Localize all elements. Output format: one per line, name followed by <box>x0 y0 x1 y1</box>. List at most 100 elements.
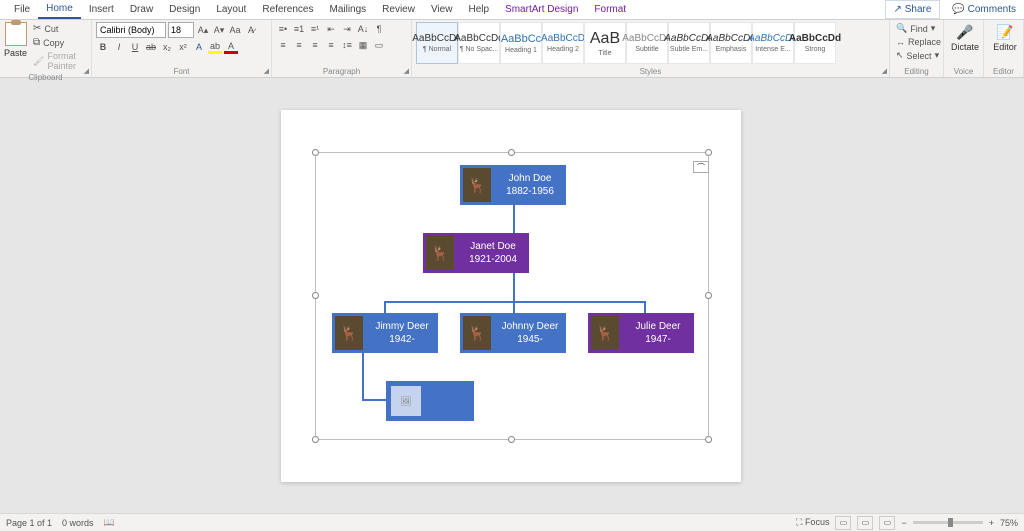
underline-button[interactable]: U <box>128 40 142 54</box>
copy-button[interactable]: ⧉Copy <box>31 36 87 49</box>
document-page[interactable]: ⌒ John Doe1882-1956 Janet Doe1921-2004 <box>281 110 741 482</box>
cut-button[interactable]: ✂Cut <box>31 22 87 35</box>
shading-button[interactable]: ▦ <box>356 38 370 52</box>
select-button[interactable]: ↖Select ▾ <box>894 49 939 62</box>
subscript-button[interactable]: x₂ <box>160 40 174 54</box>
highlight-button[interactable]: ab <box>208 40 222 54</box>
italic-button[interactable]: I <box>112 40 126 54</box>
change-case-button[interactable]: Aa <box>228 23 242 37</box>
font-color-button[interactable]: A <box>224 40 238 54</box>
zoom-in-button[interactable]: + <box>989 518 994 528</box>
zoom-slider[interactable] <box>913 521 983 524</box>
show-marks-button[interactable]: ¶ <box>372 22 386 36</box>
style-item[interactable]: AaBbCcDd¶ No Spac... <box>458 22 500 64</box>
tab-insert[interactable]: Insert <box>81 1 122 18</box>
org-node-julie[interactable]: Julie Deer1947- <box>588 313 694 353</box>
clear-format-button[interactable]: A̷ <box>244 23 258 37</box>
style-item[interactable]: AaBbCcDHeading 2 <box>542 22 584 64</box>
resize-handle[interactable] <box>508 436 515 443</box>
numbering-button[interactable]: ≡1 <box>292 22 306 36</box>
share-button[interactable]: ↗ Share <box>885 0 941 19</box>
tab-file[interactable]: File <box>6 1 38 18</box>
tab-draw[interactable]: Draw <box>122 1 161 18</box>
bullets-button[interactable]: ≡• <box>276 22 290 36</box>
text-effects-button[interactable]: A <box>192 40 206 54</box>
tab-format[interactable]: Format <box>586 1 634 18</box>
layout-options-button[interactable]: ⌒ <box>693 161 709 173</box>
org-node-placeholder[interactable]: 🖼 <box>386 381 474 421</box>
focus-mode-button[interactable]: ⛶ Focus <box>796 517 829 528</box>
group-clipboard: Paste ✂Cut ⧉Copy 🖌Format Painter Clipboa… <box>0 20 92 77</box>
indent-button[interactable]: ⇥ <box>340 22 354 36</box>
resize-handle[interactable] <box>312 292 319 299</box>
clipboard-dialog-launcher[interactable]: ◢ <box>84 67 89 75</box>
tab-design[interactable]: Design <box>161 1 208 18</box>
bold-button[interactable]: B <box>96 40 110 54</box>
tab-references[interactable]: References <box>254 1 321 18</box>
outdent-button[interactable]: ⇤ <box>324 22 338 36</box>
grow-font-button[interactable]: A▴ <box>196 23 210 37</box>
style-item[interactable]: AaBbCcDdEmphasis <box>710 22 752 64</box>
dictate-button[interactable]: 🎤 Dictate <box>948 22 982 52</box>
zoom-out-button[interactable]: − <box>901 518 906 528</box>
style-item[interactable]: AaBbCcDdSubtitle <box>626 22 668 64</box>
font-size-input[interactable] <box>168 22 194 38</box>
replace-button[interactable]: ↔Replace <box>894 36 939 48</box>
org-node-john[interactable]: John Doe1882-1956 <box>460 165 566 205</box>
org-node-jimmy[interactable]: Jimmy Deer1942- <box>332 313 438 353</box>
paragraph-dialog-launcher[interactable]: ◢ <box>404 67 409 75</box>
picture-placeholder-icon[interactable]: 🖼 <box>391 386 421 416</box>
find-button[interactable]: 🔍Find ▾ <box>894 22 939 35</box>
comments-button[interactable]: 💬 Comments <box>944 1 1024 18</box>
tab-help[interactable]: Help <box>460 1 497 18</box>
sort-button[interactable]: A↓ <box>356 22 370 36</box>
resize-handle[interactable] <box>312 436 319 443</box>
align-left-button[interactable]: ≡ <box>276 38 290 52</box>
read-mode-button[interactable]: ▭ <box>835 516 851 530</box>
print-layout-button[interactable]: ▭ <box>857 516 873 530</box>
align-center-button[interactable]: ≡ <box>292 38 306 52</box>
style-item[interactable]: AaBTitle <box>584 22 626 64</box>
font-dialog-launcher[interactable]: ◢ <box>264 67 269 75</box>
shrink-font-button[interactable]: A▾ <box>212 23 226 37</box>
resize-handle[interactable] <box>705 149 712 156</box>
resize-handle[interactable] <box>705 292 712 299</box>
styles-dialog-launcher[interactable]: ◢ <box>882 67 887 75</box>
line-spacing-button[interactable]: ↕≡ <box>340 38 354 52</box>
style-item[interactable]: AaBbCcDdStrong <box>794 22 836 64</box>
strike-button[interactable]: ab <box>144 40 158 54</box>
align-right-button[interactable]: ≡ <box>308 38 322 52</box>
paste-button[interactable]: Paste <box>4 22 27 58</box>
tab-home[interactable]: Home <box>38 0 81 19</box>
tab-view[interactable]: View <box>423 1 461 18</box>
justify-button[interactable]: ≡ <box>324 38 338 52</box>
org-node-janet[interactable]: Janet Doe1921-2004 <box>423 233 529 273</box>
smartart-frame[interactable]: ⌒ John Doe1882-1956 Janet Doe1921-2004 <box>315 152 709 440</box>
editor-button[interactable]: 📝 Editor <box>988 22 1022 52</box>
multilevel-button[interactable]: ≡¹ <box>308 22 322 36</box>
web-layout-button[interactable]: ▭ <box>879 516 895 530</box>
status-proofing-icon[interactable]: 📖 <box>104 517 115 528</box>
styles-gallery[interactable]: AaBbCcDd¶ NormalAaBbCcDd¶ No Spac...AaBb… <box>416 22 885 64</box>
zoom-level[interactable]: 75% <box>1000 518 1018 528</box>
tab-mailings[interactable]: Mailings <box>321 1 374 18</box>
tab-layout[interactable]: Layout <box>208 1 254 18</box>
style-item[interactable]: AaBbCcDdIntense E... <box>752 22 794 64</box>
format-painter-button[interactable]: 🖌Format Painter <box>31 50 87 72</box>
resize-handle[interactable] <box>312 149 319 156</box>
style-item[interactable]: AaBbCcDdSubtle Em... <box>668 22 710 64</box>
status-page[interactable]: Page 1 of 1 <box>6 518 52 528</box>
tab-review[interactable]: Review <box>374 1 423 18</box>
status-words[interactable]: 0 words <box>62 518 94 528</box>
style-item[interactable]: AaBbCcDd¶ Normal <box>416 22 458 64</box>
resize-handle[interactable] <box>705 436 712 443</box>
borders-button[interactable]: ▭ <box>372 38 386 52</box>
tab-smartart-design[interactable]: SmartArt Design <box>497 1 586 18</box>
style-item[interactable]: AaBbCcHeading 1 <box>500 22 542 64</box>
org-node-johnny[interactable]: Johnny Deer1945- <box>460 313 566 353</box>
document-area: ⌒ John Doe1882-1956 Janet Doe1921-2004 <box>0 78 1024 513</box>
font-name-input[interactable] <box>96 22 166 38</box>
resize-handle[interactable] <box>508 149 515 156</box>
superscript-button[interactable]: x² <box>176 40 190 54</box>
mic-icon: 🎤 <box>955 22 975 42</box>
